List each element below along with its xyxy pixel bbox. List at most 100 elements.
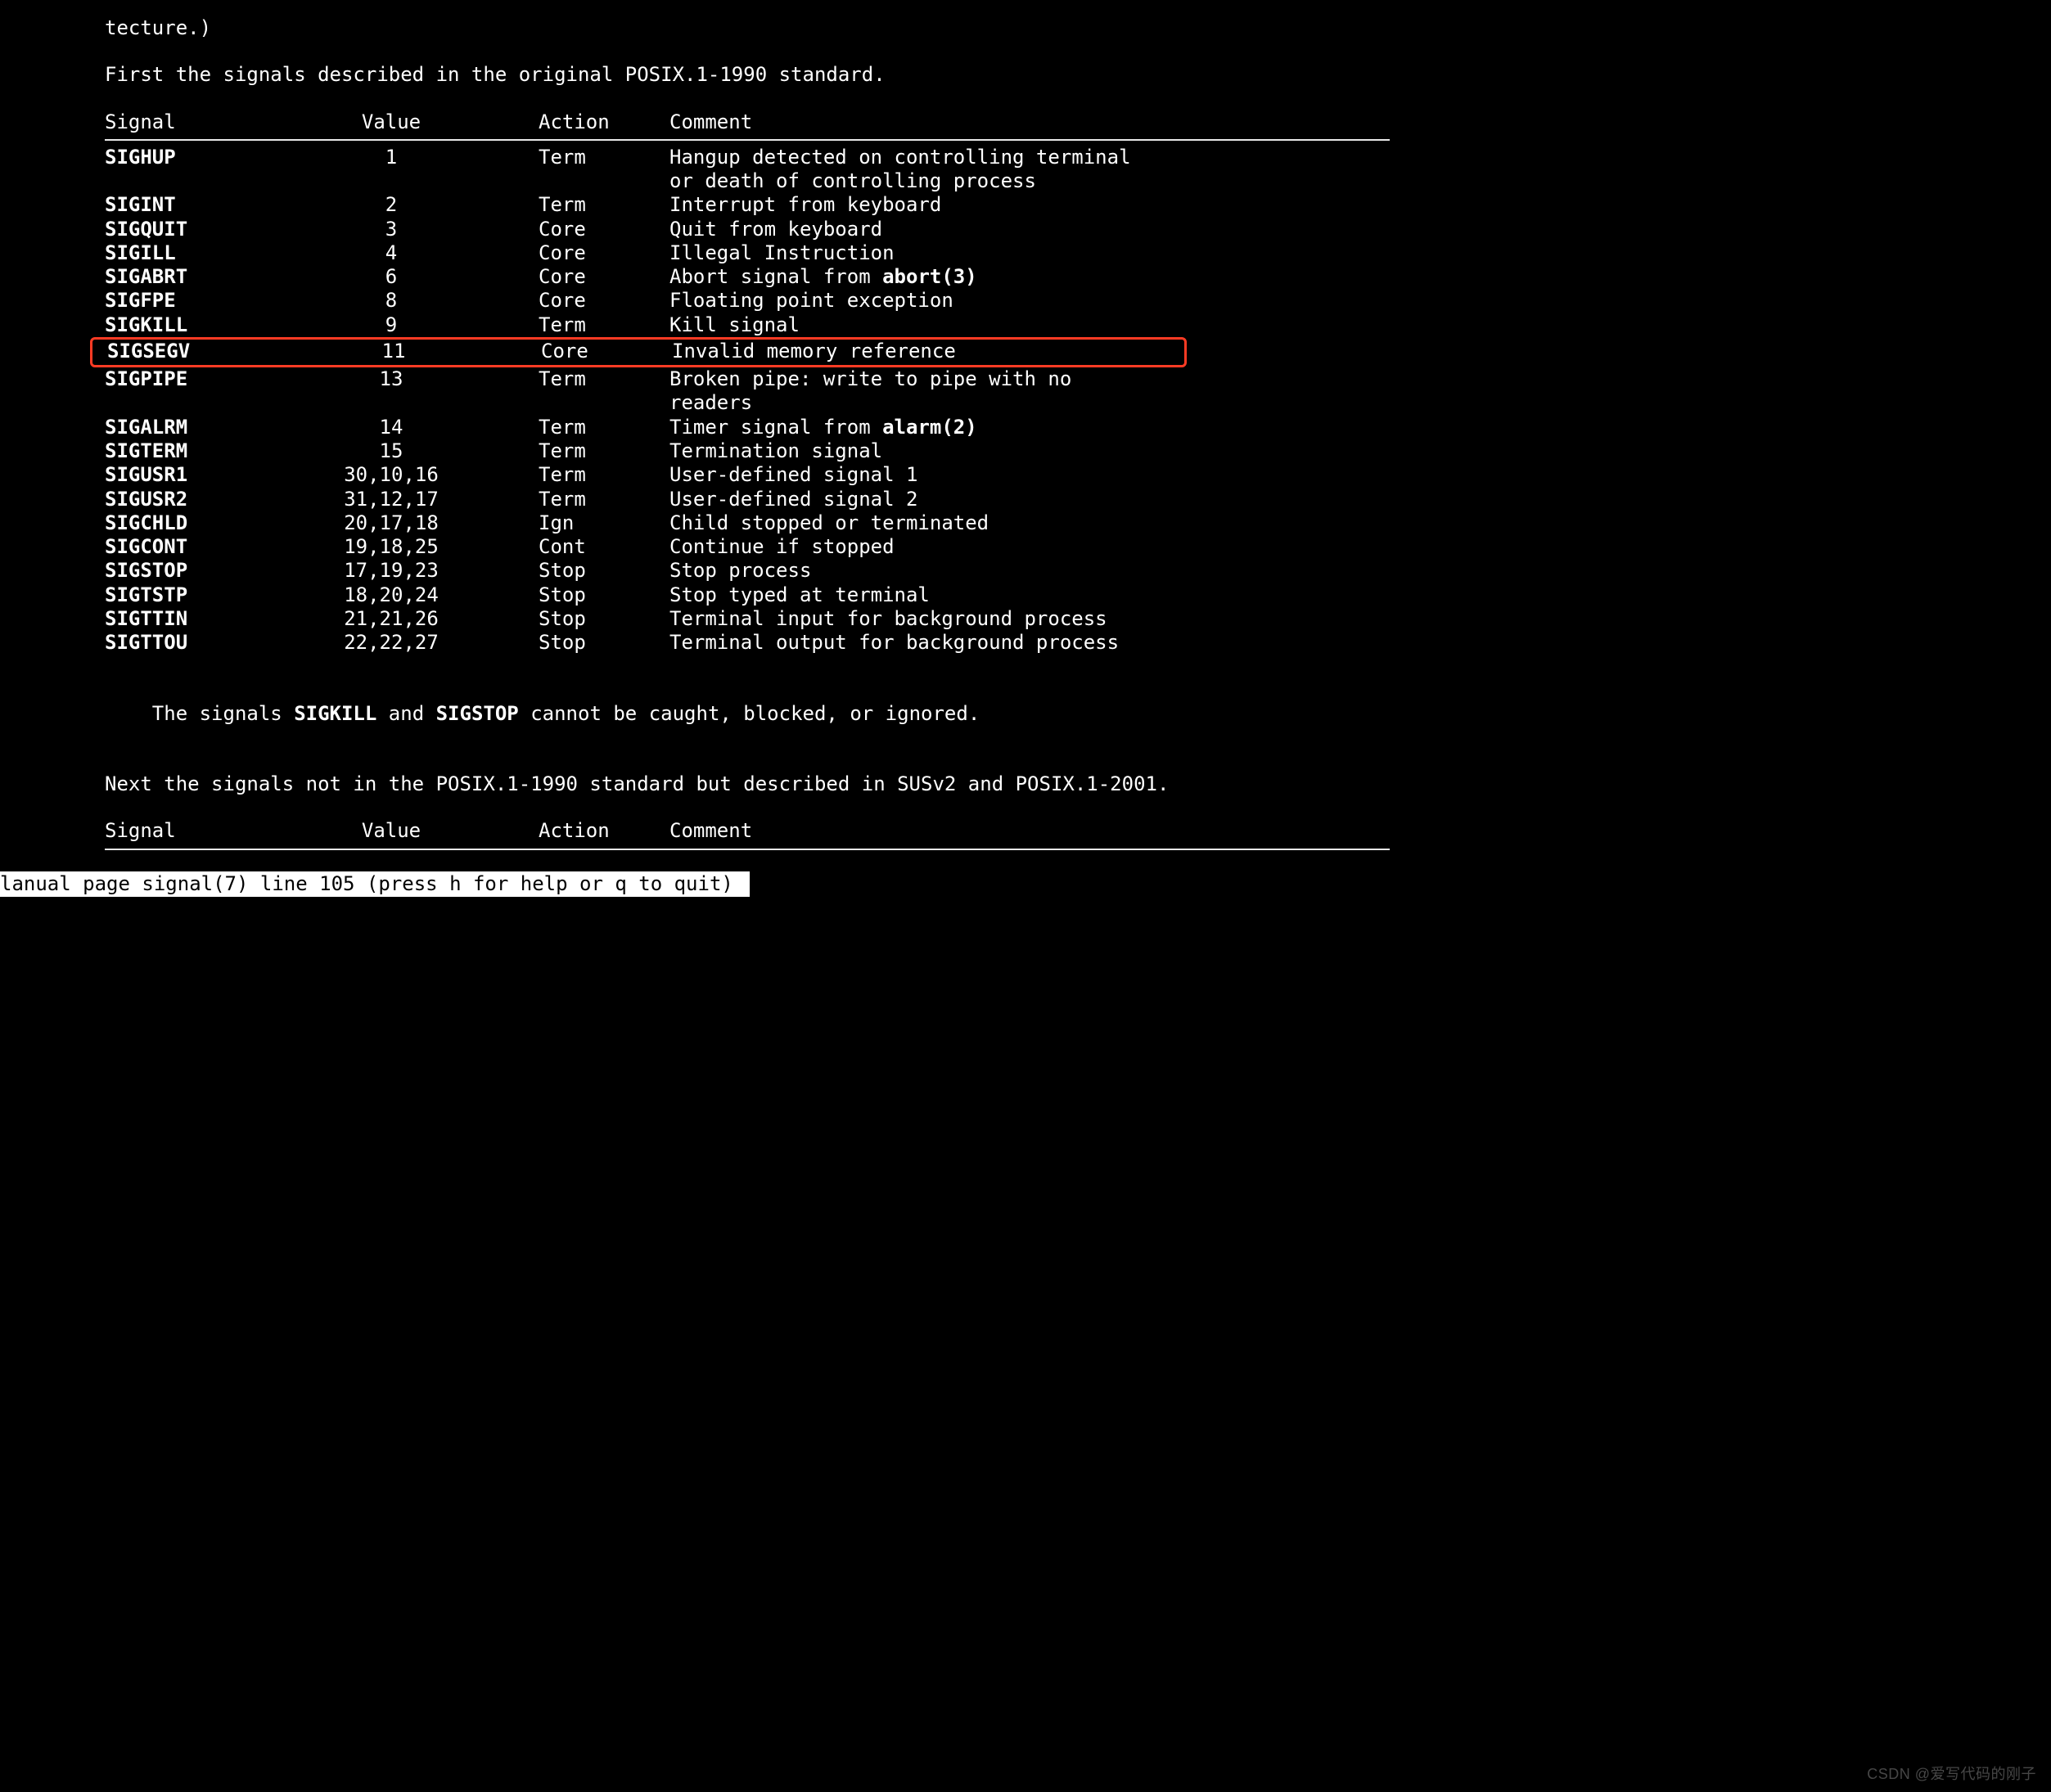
table-row: SIGKILL9TermKill signal: [0, 313, 2051, 337]
signal-action: Stop: [539, 607, 669, 631]
signal-comment: Terminal input for background process: [669, 607, 1107, 631]
table-row: SIGQUIT3CoreQuit from keyboard: [0, 218, 2051, 241]
col-action: Action: [539, 110, 669, 134]
table-row: SIGTSTP18,20,24StopStop typed at termina…: [0, 583, 2051, 607]
signal-comment: User-defined signal 2: [669, 488, 917, 511]
table-row: SIGCHLD20,17,18IgnChild stopped or termi…: [0, 511, 2051, 535]
table-row: SIGHUP1TermHangup detected on controllin…: [0, 146, 2051, 169]
note-line: The signals SIGKILL and SIGSTOP cannot b…: [0, 678, 2051, 750]
signal-value: 18,20,24: [293, 583, 539, 607]
col-value: Value: [293, 819, 539, 843]
signal-value: 30,10,16: [293, 463, 539, 487]
signal-comment: Terminal output for background process: [669, 631, 1119, 655]
note-sigstop: SIGSTOP: [436, 702, 519, 725]
signal-value: 22,22,27: [293, 631, 539, 655]
table-row: SIGFPE8CoreFloating point exception: [0, 289, 2051, 313]
pager-status[interactable]: lanual page signal(7) line 105 (press h …: [0, 871, 750, 897]
signal-name: SIGABRT: [105, 265, 293, 289]
table-row: SIGINT2TermInterrupt from keyboard: [0, 193, 2051, 217]
signal-value: 21,21,26: [293, 607, 539, 631]
signal-action: Core: [539, 218, 669, 241]
signal-name: SIGILL: [105, 241, 293, 265]
signal-comment: Quit from keyboard: [669, 218, 882, 241]
signal-value: 14: [293, 416, 539, 439]
signal-action: Cont: [539, 535, 669, 559]
note-mid: and: [376, 702, 435, 725]
signal-name: SIGCHLD: [105, 511, 293, 535]
signal-name: SIGTSTP: [105, 583, 293, 607]
divider: [105, 849, 1390, 850]
signal-name: SIGSTOP: [105, 559, 293, 583]
signal-value: 6: [293, 265, 539, 289]
signal-comment: User-defined signal 1: [669, 463, 917, 487]
signal-comment: Broken pipe: write to pipe with no: [669, 367, 1071, 391]
signal-comment: Continue if stopped: [669, 535, 895, 559]
col-value: Value: [293, 110, 539, 134]
signal-name: SIGTTIN: [105, 607, 293, 631]
table-row-continuation: or death of controlling process: [0, 169, 2051, 193]
signal-value: 20,17,18: [293, 511, 539, 535]
signal-comment: Stop typed at terminal: [669, 583, 930, 607]
signal-comment: Floating point exception: [669, 289, 953, 313]
signal-action: Stop: [539, 583, 669, 607]
signal-name: SIGTERM: [105, 439, 293, 463]
signal-comment: Illegal Instruction: [669, 241, 895, 265]
table-header: Signal Value Action Comment: [0, 110, 2051, 134]
note-post: cannot be caught, blocked, or ignored.: [519, 702, 980, 725]
signal-name: SIGINT: [105, 193, 293, 217]
note-sigkill: SIGKILL: [294, 702, 376, 725]
signal-name: SIGPIPE: [105, 367, 293, 391]
signal-value: 11: [295, 340, 541, 363]
fragment-line: tecture.): [0, 16, 2051, 40]
table-row: SIGCONT19,18,25ContContinue if stopped: [0, 535, 2051, 559]
note-pre: The signals: [152, 702, 294, 725]
signal-action: Term: [539, 488, 669, 511]
table-row: SIGUSR130,10,16TermUser-defined signal 1: [0, 463, 2051, 487]
table-row: SIGTERM15TermTermination signal: [0, 439, 2051, 463]
table-row: SIGABRT6CoreAbort signal from abort(3): [0, 265, 2051, 289]
signal-value: 17,19,23: [293, 559, 539, 583]
signal-action: Term: [539, 146, 669, 169]
signal-action: Core: [539, 289, 669, 313]
signal-action: Core: [539, 241, 669, 265]
col-action: Action: [539, 819, 669, 843]
table-row: SIGILL4CoreIllegal Instruction: [0, 241, 2051, 265]
signal-comment: Timer signal from alarm(2): [669, 416, 977, 439]
signal-value: 2: [293, 193, 539, 217]
intro-text: First the signals described in the origi…: [0, 63, 2051, 87]
signal-value: 8: [293, 289, 539, 313]
col-signal: Signal: [105, 819, 293, 843]
signal-action: Core: [541, 340, 672, 363]
signal-comment: Invalid memory reference: [672, 340, 956, 363]
signal-name: SIGSEGV: [107, 340, 295, 363]
next-intro: Next the signals not in the POSIX.1-1990…: [0, 772, 2051, 796]
signal-comment-2: readers: [669, 391, 752, 415]
signal-value: 3: [293, 218, 539, 241]
table-row: SIGTTOU22,22,27StopTerminal output for b…: [0, 631, 2051, 655]
table-header-2: Signal Value Action Comment: [0, 819, 2051, 843]
comment-bold: abort(3): [882, 265, 977, 288]
col-comment: Comment: [669, 110, 752, 134]
divider: [105, 139, 1390, 141]
signal-value: 19,18,25: [293, 535, 539, 559]
table-row: SIGPIPE13TermBroken pipe: write to pipe …: [0, 367, 2051, 391]
table-row: SIGSTOP17,19,23StopStop process: [0, 559, 2051, 583]
signal-comment: Hangup detected on controlling terminal: [669, 146, 1131, 169]
signal-name: SIGHUP: [105, 146, 293, 169]
signal-name: SIGUSR1: [105, 463, 293, 487]
signal-value: 31,12,17: [293, 488, 539, 511]
signal-action: Stop: [539, 631, 669, 655]
signal-comment-2: or death of controlling process: [669, 169, 1036, 193]
signal-action: Term: [539, 193, 669, 217]
comment-bold: alarm(2): [882, 416, 977, 439]
signal-comment: Child stopped or terminated: [669, 511, 989, 535]
signal-value: 1: [293, 146, 539, 169]
signal-comment: Termination signal: [669, 439, 882, 463]
signal-action: Term: [539, 463, 669, 487]
signal-value: 9: [293, 313, 539, 337]
signal-name: SIGCONT: [105, 535, 293, 559]
signal-comment: Abort signal from abort(3): [669, 265, 977, 289]
signal-action: Core: [539, 265, 669, 289]
comment-pre: Timer signal from: [669, 416, 882, 439]
comment-pre: Abort signal from: [669, 265, 882, 288]
